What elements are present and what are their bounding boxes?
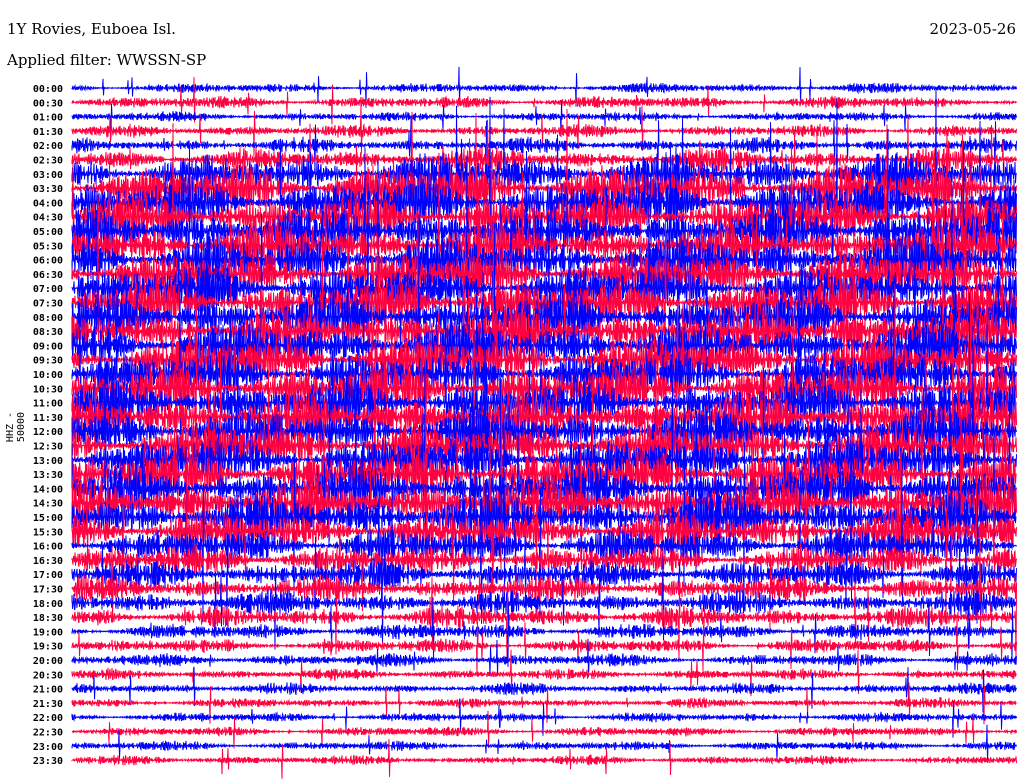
- row-time-label: 22:00: [33, 713, 63, 724]
- row-time-label: 10:00: [33, 370, 63, 381]
- row-time-label: 21:30: [33, 699, 63, 710]
- row-time-label: 19:30: [33, 642, 63, 653]
- row-time-label: 09:30: [33, 356, 63, 367]
- row-time-label: 20:00: [33, 656, 63, 667]
- row-time-label: 15:00: [33, 513, 63, 524]
- row-time-label: 14:30: [33, 499, 63, 510]
- row-time-label: 23:00: [33, 742, 63, 753]
- row-time-label: 10:30: [33, 384, 63, 395]
- row-time-label: 17:30: [33, 585, 63, 596]
- row-time-label: 00:30: [33, 98, 63, 109]
- row-time-label: 03:30: [33, 184, 63, 195]
- y-axis-label: HHZ - 50000: [5, 411, 27, 443]
- row-time-label: 20:30: [33, 670, 63, 681]
- row-time-label: 09:00: [33, 341, 63, 352]
- row-time-label: 14:00: [33, 484, 63, 495]
- row-time-label: 15:30: [33, 527, 63, 538]
- row-time-label: 04:30: [33, 213, 63, 224]
- row-time-label: 01:00: [33, 113, 63, 124]
- row-time-label: 05:00: [33, 227, 63, 238]
- row-time-label: 07:00: [33, 284, 63, 295]
- row-time-label: 13:00: [33, 456, 63, 467]
- row-time-label: 19:00: [33, 627, 63, 638]
- row-time-label: 16:00: [33, 542, 63, 553]
- row-time-label: 06:00: [33, 256, 63, 267]
- row-time-label: 22:30: [33, 728, 63, 739]
- row-time-label: 02:00: [33, 141, 63, 152]
- row-time-label: 23:30: [33, 756, 63, 767]
- row-time-label: 18:30: [33, 613, 63, 624]
- row-time-label: 07:30: [33, 299, 63, 310]
- row-time-label: 11:00: [33, 399, 63, 410]
- row-time-label: 16:30: [33, 556, 63, 567]
- row-time-label: 18:00: [33, 599, 63, 610]
- trace-row-1900: [71, 597, 1017, 667]
- row-time-label: 04:00: [33, 198, 63, 209]
- row-time-label: 05:30: [33, 241, 63, 252]
- row-time-label: 12:30: [33, 442, 63, 453]
- row-time-label: 02:30: [33, 156, 63, 167]
- row-time-label: 01:30: [33, 127, 63, 138]
- row-time-label: 06:30: [33, 270, 63, 281]
- row-time-label: 00:00: [33, 84, 63, 95]
- row-time-label: 13:30: [33, 470, 63, 481]
- row-time-label: 12:00: [33, 427, 63, 438]
- row-time-label: 08:00: [33, 313, 63, 324]
- row-time-label: 21:00: [33, 685, 63, 696]
- row-time-label: 03:00: [33, 170, 63, 181]
- helicorder-plot: 00:00 00:30 01:00 01:30 02:00 02:30 03:00 03:30…: [33, 66, 1017, 779]
- row-time-label: 17:00: [33, 570, 63, 581]
- row-time-label: 08:30: [33, 327, 63, 338]
- row-time-label: 11:30: [33, 413, 63, 424]
